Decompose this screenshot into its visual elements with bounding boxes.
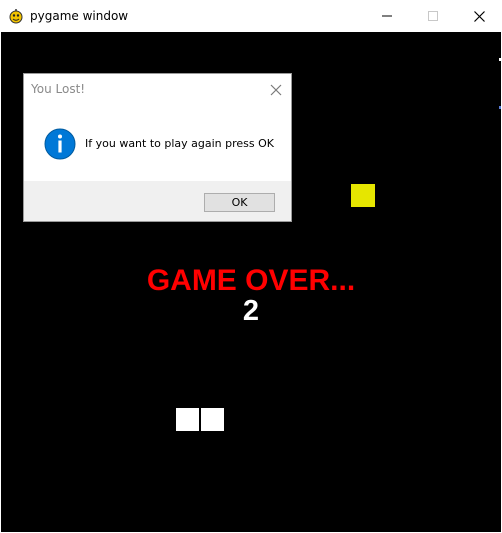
minimize-icon	[382, 11, 392, 21]
score-value: 2	[242, 295, 260, 327]
ok-button[interactable]: OK	[204, 193, 275, 212]
snake-segment	[176, 408, 199, 431]
title-bar[interactable]: pygame window	[0, 0, 502, 32]
pygame-snake-icon	[8, 8, 24, 24]
info-icon	[44, 128, 76, 160]
dialog-close-button[interactable]	[269, 82, 283, 96]
maximize-button[interactable]	[410, 0, 456, 32]
window-title: pygame window	[30, 9, 129, 23]
pygame-window: pygame window GAME OVER... 2 You Lost! I…	[0, 0, 502, 533]
edge-artifact	[499, 58, 501, 61]
food-square	[351, 184, 375, 207]
dialog-message: If you want to play again press OK	[85, 137, 275, 150]
close-button[interactable]	[456, 0, 502, 32]
close-icon	[269, 82, 283, 101]
maximize-icon	[428, 11, 438, 21]
dialog-title: You Lost!	[31, 82, 86, 96]
minimize-button[interactable]	[364, 0, 410, 32]
snake-segment	[201, 408, 224, 431]
dialog-footer: OK	[24, 181, 291, 221]
close-icon	[473, 10, 485, 22]
edge-artifact	[499, 106, 501, 109]
you-lost-dialog: You Lost! If you want to play again pres…	[23, 73, 292, 222]
